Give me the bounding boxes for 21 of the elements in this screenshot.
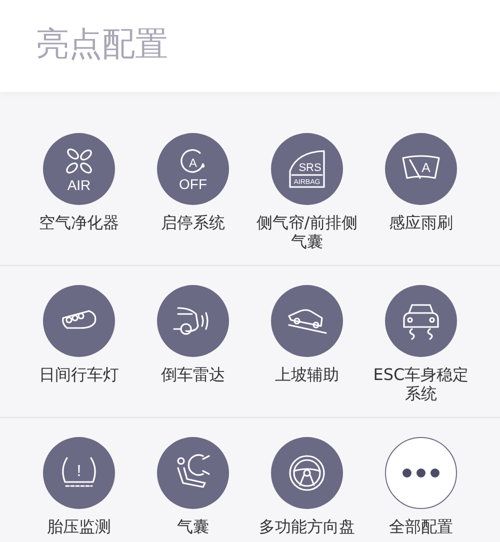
- feature-label: 空气净化器: [38, 213, 120, 232]
- feature-label: 感应雨刷: [388, 213, 454, 232]
- feature-label: 多功能方向盘: [258, 517, 356, 536]
- feature-label: 上坡辅助: [274, 365, 340, 384]
- feature-button[interactable]: A OFF: [157, 133, 229, 205]
- feature-label: 全部配置: [388, 517, 454, 536]
- car-on-slope-icon: [286, 306, 328, 336]
- feature-label: 气囊: [176, 517, 210, 536]
- feature-label: 侧气帘/前排侧气囊: [255, 213, 359, 251]
- feature-button[interactable]: AIR: [43, 133, 115, 205]
- feature-label: 日间行车灯: [38, 365, 120, 384]
- page-title: 亮点配置: [36, 22, 168, 64]
- more-icon: [401, 468, 441, 478]
- feature-button[interactable]: !: [43, 437, 115, 509]
- feature-label: 倒车雷达: [160, 365, 226, 384]
- feature-button[interactable]: A: [385, 133, 457, 205]
- feature-label: 胎压监测: [46, 517, 112, 536]
- feature-label: ESC车身稳定系统: [372, 365, 470, 403]
- skidding-car-icon: [400, 301, 442, 341]
- feature-label: 启停系统: [160, 213, 226, 232]
- steering-wheel-icon: [287, 453, 327, 493]
